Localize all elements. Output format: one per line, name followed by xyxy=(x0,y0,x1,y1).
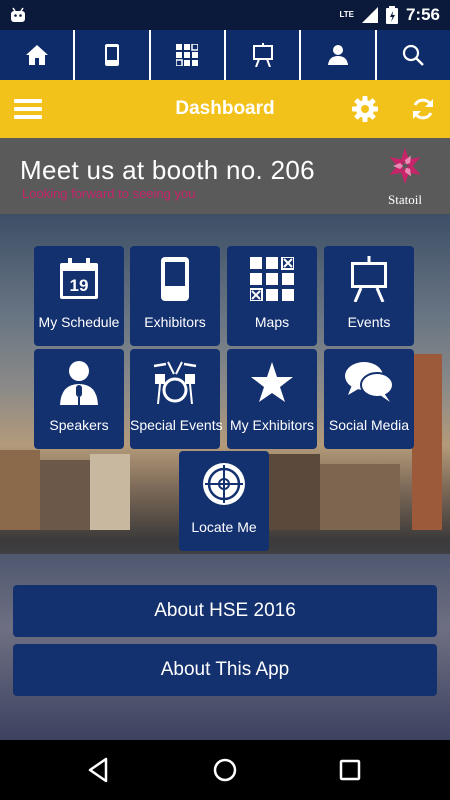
statoil-star-icon xyxy=(389,148,421,184)
calendar-icon: 19 xyxy=(60,258,98,299)
tile-label: Locate Me xyxy=(191,519,257,535)
nav-search-button[interactable] xyxy=(377,30,450,80)
statoil-logo: Statoil xyxy=(380,146,430,208)
easel-icon xyxy=(351,256,387,302)
logo-text: Statoil xyxy=(388,192,422,207)
drums-icon xyxy=(153,361,197,404)
tile-label: Maps xyxy=(254,314,290,330)
tile-events[interactable]: Events xyxy=(324,246,414,346)
status-bar: LTE 7:56 xyxy=(0,0,450,30)
tile-label: My Schedule xyxy=(38,314,120,330)
tile-speakers[interactable]: Speakers xyxy=(34,349,124,449)
speaker-icon xyxy=(60,361,98,405)
android-notification-icon xyxy=(11,7,25,22)
crosshair-icon xyxy=(203,463,245,505)
tile-label: Events xyxy=(347,314,391,330)
tile-label: Special Events xyxy=(130,417,223,433)
nav-speakers-button[interactable] xyxy=(301,30,377,80)
nav-home-button[interactable] xyxy=(0,30,76,80)
sponsor-banner[interactable]: Meet us at booth no. 206 Looking forward… xyxy=(0,138,450,214)
search-icon xyxy=(403,44,425,66)
recent-apps-icon[interactable] xyxy=(335,755,365,785)
tile-label: My Exhibitors xyxy=(229,417,315,433)
about-event-button[interactable]: About HSE 2016 xyxy=(13,585,437,637)
background-building xyxy=(320,464,400,530)
home-icon xyxy=(25,45,48,65)
background-building xyxy=(0,450,40,530)
booth-icon xyxy=(104,44,119,66)
tile-label: Exhibitors xyxy=(144,314,206,330)
top-navigation xyxy=(0,30,450,80)
tile-label: Social Media xyxy=(328,417,410,433)
refresh-icon[interactable] xyxy=(410,96,436,122)
calendar-day: 19 xyxy=(70,276,89,295)
back-icon[interactable] xyxy=(84,755,114,785)
chat-bubbles-icon xyxy=(345,362,394,402)
easel-icon xyxy=(252,43,273,67)
tile-locate-me[interactable]: Locate Me xyxy=(179,451,269,551)
star-icon xyxy=(251,362,293,402)
tile-label: Speakers xyxy=(49,417,109,433)
home-circle-icon[interactable] xyxy=(210,755,240,785)
nav-maps-button[interactable] xyxy=(151,30,226,80)
speaker-icon xyxy=(327,45,348,65)
background-building xyxy=(40,460,90,530)
map-grid-icon xyxy=(250,257,294,301)
clock: 7:56 xyxy=(405,5,440,24)
page-title: Dashboard xyxy=(175,98,275,119)
tile-maps[interactable]: Maps xyxy=(227,246,317,346)
banner-title: Meet us at booth no. 206 xyxy=(20,155,315,185)
system-navigation-bar xyxy=(0,740,450,800)
nav-events-button[interactable] xyxy=(226,30,302,80)
tile-special-events[interactable]: Special Events xyxy=(130,349,223,449)
settings-gear-icon[interactable] xyxy=(352,96,378,122)
background-building xyxy=(90,454,130,530)
signal-icon xyxy=(361,7,378,23)
network-type: LTE xyxy=(339,10,354,19)
app-toolbar: Dashboard xyxy=(0,80,450,138)
tile-my-exhibitors[interactable]: My Exhibitors xyxy=(227,349,317,449)
tile-my-schedule[interactable]: 19 My Schedule xyxy=(34,246,124,346)
tile-exhibitors[interactable]: Exhibitors xyxy=(130,246,220,346)
battery-icon xyxy=(385,6,398,24)
background-building xyxy=(260,454,320,530)
tile-social-media[interactable]: Social Media xyxy=(324,349,414,449)
map-grid-icon xyxy=(176,44,199,66)
booth-icon xyxy=(161,257,189,301)
nav-exhibitors-button[interactable] xyxy=(75,30,151,80)
background-tower xyxy=(412,354,442,530)
background-harbor-image: 19 My Schedule Exhibitors Maps Events Sp… xyxy=(0,214,450,740)
banner-subtitle: Looking forward to seeing you xyxy=(22,186,196,201)
about-app-button[interactable]: About This App xyxy=(13,644,437,696)
